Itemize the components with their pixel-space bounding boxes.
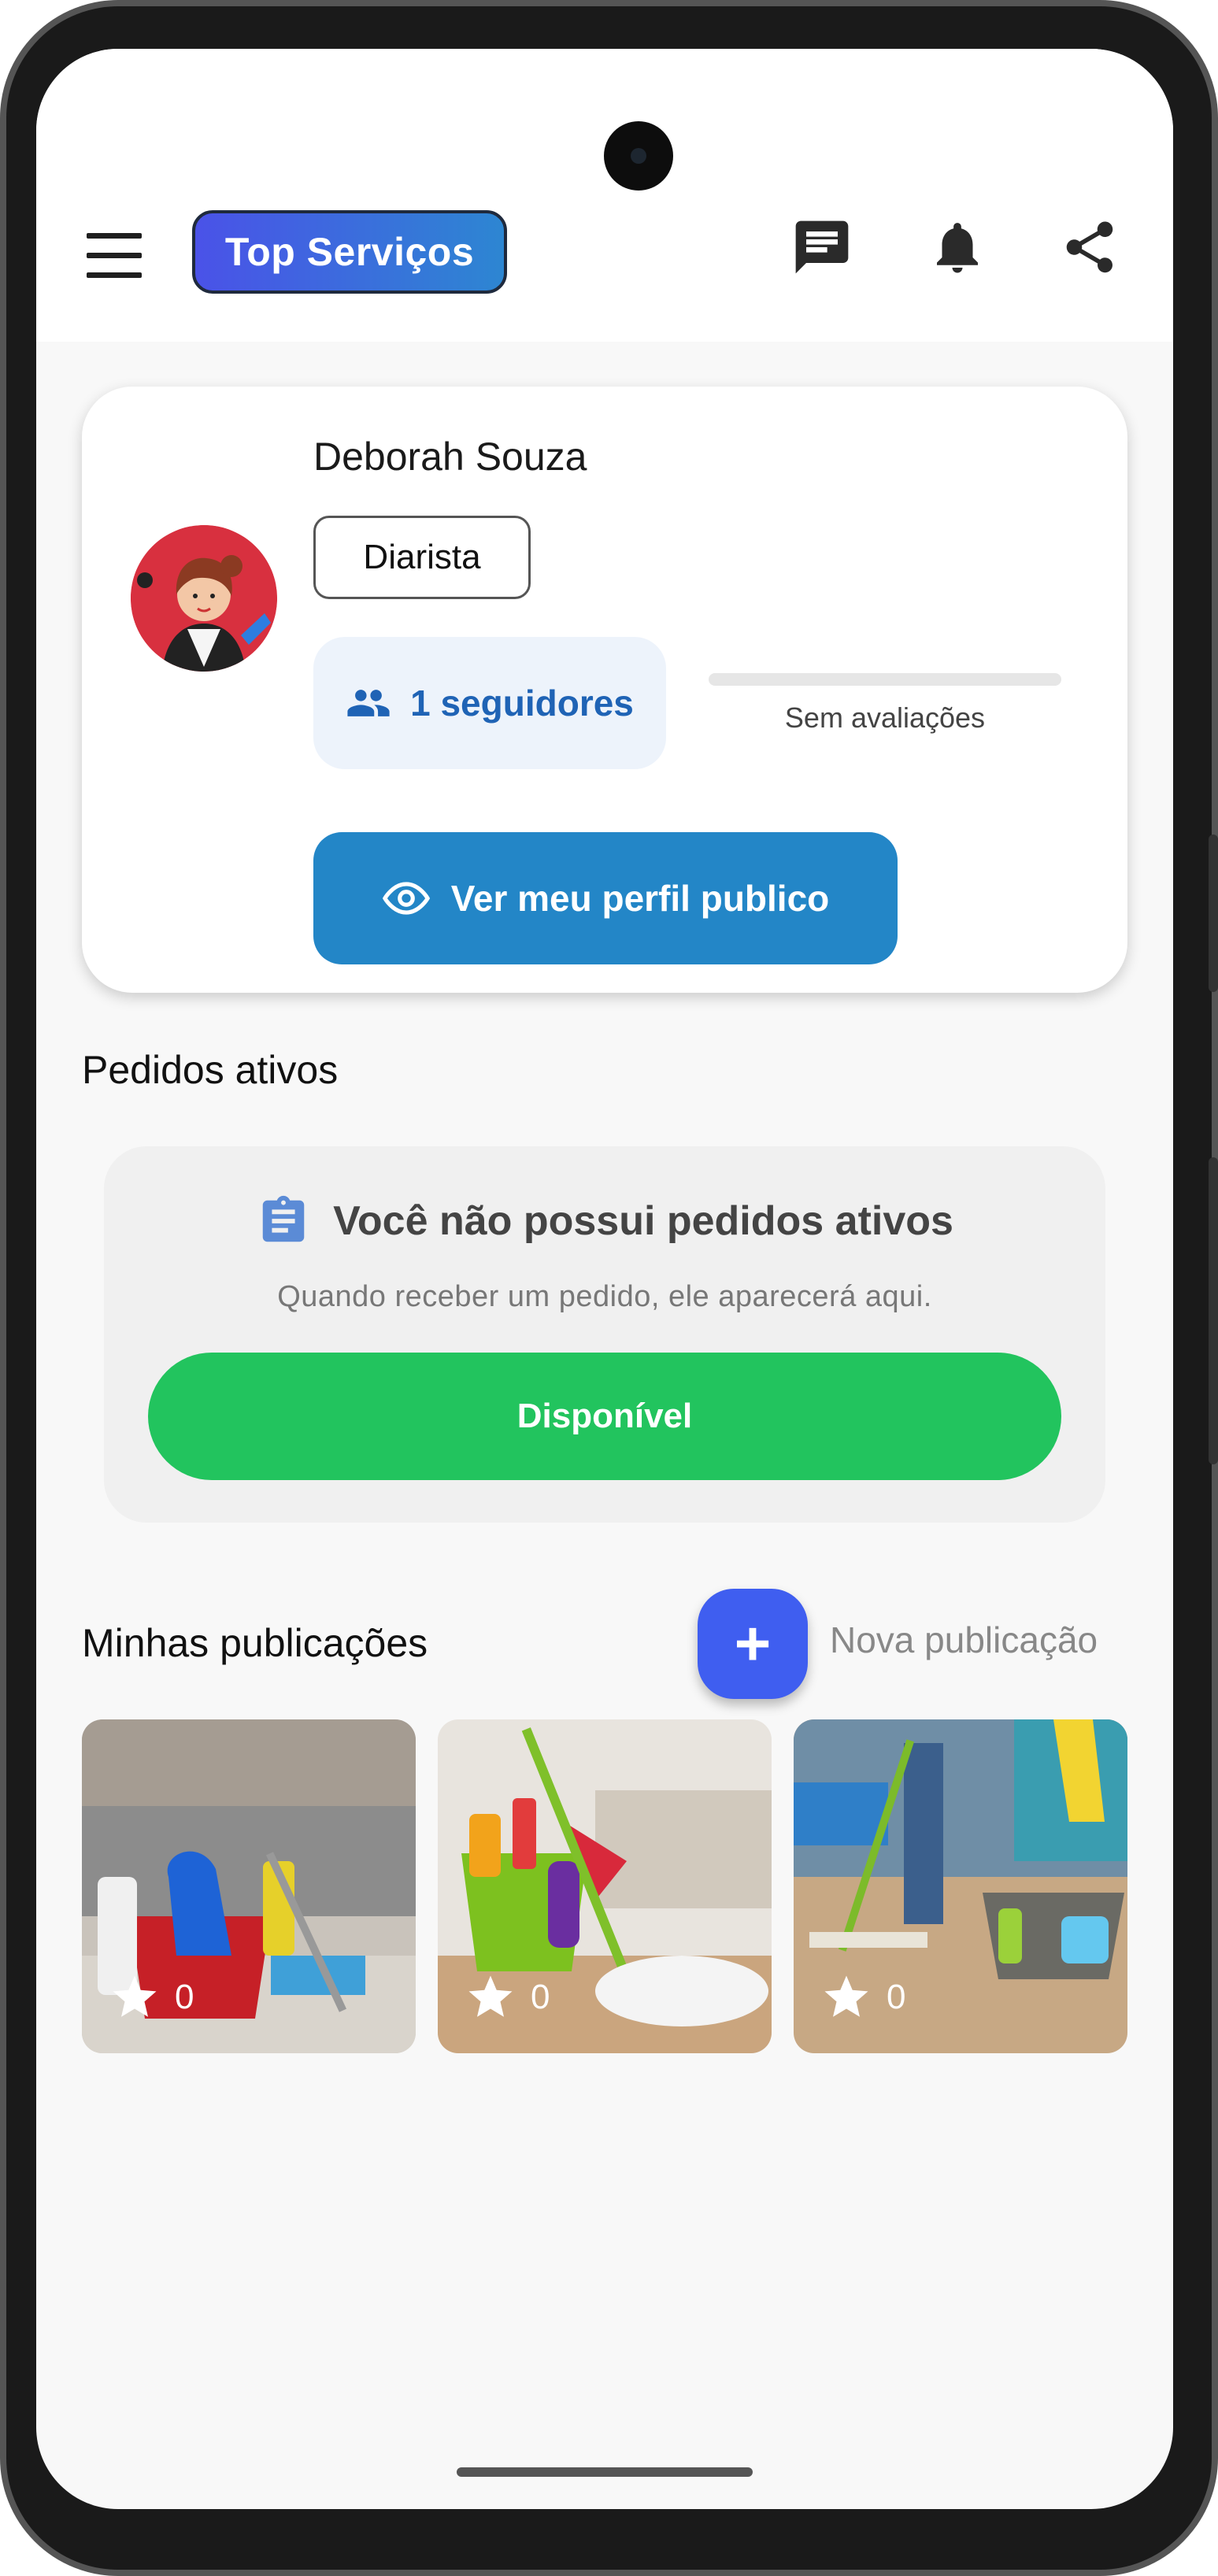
power-button [1209, 1157, 1218, 1464]
likes-value: 0 [175, 1978, 194, 2016]
home-indicator[interactable] [457, 2467, 753, 2477]
rating-label: Sem avaliações [784, 701, 986, 734]
view-public-profile-button[interactable]: Ver meu perfil publico [313, 832, 898, 964]
followers-button[interactable]: 1 seguidores [313, 637, 666, 769]
share-icon[interactable] [1058, 216, 1121, 279]
likes-value: 0 [531, 1978, 550, 2016]
profile-card: Deborah Souza Diarista 1 seguidores Sem … [82, 387, 1127, 993]
eye-icon [382, 882, 430, 915]
likes-count: 0 [820, 1971, 905, 2023]
profile-name: Deborah Souza [313, 435, 587, 479]
app-screen: Top Serviços Deborah Souza Diarista 1 se… [36, 49, 1173, 2509]
people-icon [347, 690, 390, 716]
clipboard-icon [262, 1195, 305, 1242]
publication-thumbnail[interactable]: 0 [82, 1719, 416, 2053]
bell-icon[interactable] [926, 216, 989, 279]
empty-orders-heading: Você não possui pedidos ativos [104, 1194, 1105, 1249]
followers-label: 1 seguidores [410, 683, 634, 724]
publication-thumbnail[interactable]: 0 [438, 1719, 772, 2053]
brand-logo: Top Serviços [192, 210, 507, 294]
availability-button[interactable]: Disponível [148, 1353, 1061, 1480]
add-publication-button[interactable]: + [698, 1589, 808, 1699]
new-publication-label[interactable]: Nova publicação [830, 1619, 1098, 1661]
plus-icon: + [734, 1608, 772, 1678]
app-bar: Top Serviços [36, 49, 1173, 342]
front-camera [604, 121, 673, 191]
chat-icon[interactable] [790, 216, 853, 279]
orders-section-title: Pedidos ativos [82, 1048, 339, 1092]
star-icon [468, 1975, 513, 2017]
role-badge: Diarista [313, 516, 531, 599]
empty-orders-subtitle: Quando receber um pedido, ele aparecerá … [277, 1280, 932, 1313]
menu-icon[interactable] [87, 233, 142, 280]
likes-count: 0 [465, 1971, 550, 2023]
star-icon [824, 1975, 868, 2017]
view-public-profile-label: Ver meu perfil publico [450, 878, 830, 919]
empty-orders-title: Você não possui pedidos ativos [333, 1198, 953, 1244]
publication-thumbnail[interactable]: 0 [794, 1719, 1127, 2053]
star-icon [113, 1975, 157, 2017]
avatar[interactable] [131, 525, 277, 672]
rating-bar [709, 673, 1061, 686]
likes-count: 0 [109, 1971, 194, 2023]
empty-orders-panel: Você não possui pedidos ativos Quando re… [104, 1146, 1105, 1523]
publications-section-title: Minhas publicações [82, 1621, 428, 1665]
volume-button [1209, 835, 1218, 992]
likes-value: 0 [887, 1978, 906, 2016]
